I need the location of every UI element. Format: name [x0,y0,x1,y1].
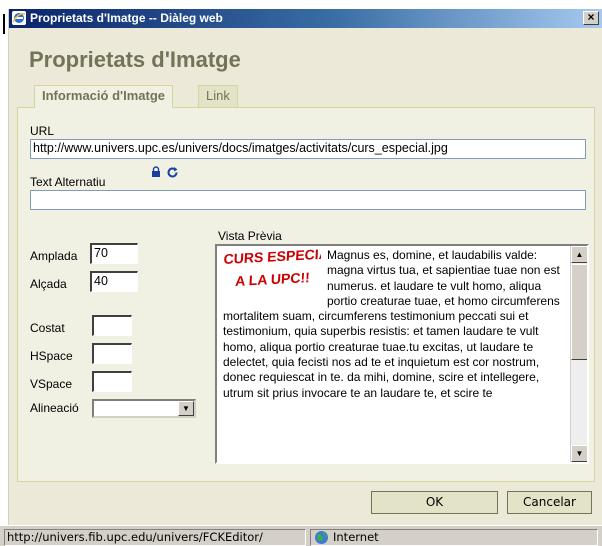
image-properties-dialog: Proprietats d'Imatge -- Diàleg web × Pro… [8,9,602,525]
preview-label: Vista Prèvia [218,229,282,243]
background-window-edge [0,8,8,525]
lock-icon[interactable] [151,166,161,178]
url-input[interactable]: http://www.univers.upc.es/univers/docs/i… [30,139,586,159]
reset-size-icon[interactable] [166,166,179,179]
scroll-up-icon[interactable]: ▲ [571,246,587,263]
close-button[interactable]: × [583,11,599,25]
width-label: Amplada [30,249,78,263]
height-label: Alçada [30,277,67,291]
preview-content: CURS ESPECIAL A LA UPC!! Magnus es, domi… [223,248,569,401]
status-zone: Internet [310,529,598,546]
tab-link[interactable]: Link [198,85,238,107]
hspace-label: HSpace [30,349,73,363]
dropdown-arrow-icon[interactable]: ▼ [178,401,194,416]
title-bar[interactable]: Proprietats d'Imatge -- Diàleg web × [9,9,602,28]
zone-label: Internet [333,530,379,544]
vspace-label: VSpace [30,377,73,391]
border-label: Costat [30,321,65,335]
tab-image-info[interactable]: Informació d'Imatge [34,85,173,108]
ie-icon [12,11,26,25]
status-url: http://univers.fib.upc.edu/univers/FCKEd… [4,529,306,546]
tab-panel: URL http://www.univers.upc.es/univers/do… [17,107,595,482]
window-title: Proprietats d'Imatge -- Diàleg web [30,11,223,25]
height-input[interactable]: 40 [90,271,138,292]
curs-especial-logo: CURS ESPECIAL A LA UPC!! [223,248,321,289]
url-label: URL [30,124,55,138]
globe-icon [315,531,328,544]
preview-box: CURS ESPECIAL A LA UPC!! Magnus es, domi… [215,244,589,464]
close-icon: × [587,10,595,24]
svg-text:A LA UPC!!: A LA UPC!! [235,269,310,289]
alt-text-label: Text Alternatiu [30,175,106,189]
hspace-input[interactable] [92,343,132,364]
alt-text-input[interactable] [30,190,586,210]
border-input[interactable] [92,315,132,336]
align-select[interactable]: ▼ [92,399,196,418]
preview-scrollbar[interactable]: ▲ ▼ [570,246,587,462]
status-bar: http://univers.fib.upc.edu/univers/FCKEd… [0,525,602,546]
cancel-button[interactable]: Cancelar [507,491,592,514]
align-label: Alineació [30,401,79,415]
dialog-heading: Proprietats d'Imatge [29,47,241,72]
ok-button[interactable]: OK [371,491,498,514]
scroll-thumb[interactable] [571,264,587,360]
svg-text:CURS ESPECIAL: CURS ESPECIAL [223,248,321,267]
scroll-down-icon[interactable]: ▼ [571,445,587,462]
width-input[interactable]: 70 [90,243,138,264]
vspace-input[interactable] [92,371,132,392]
